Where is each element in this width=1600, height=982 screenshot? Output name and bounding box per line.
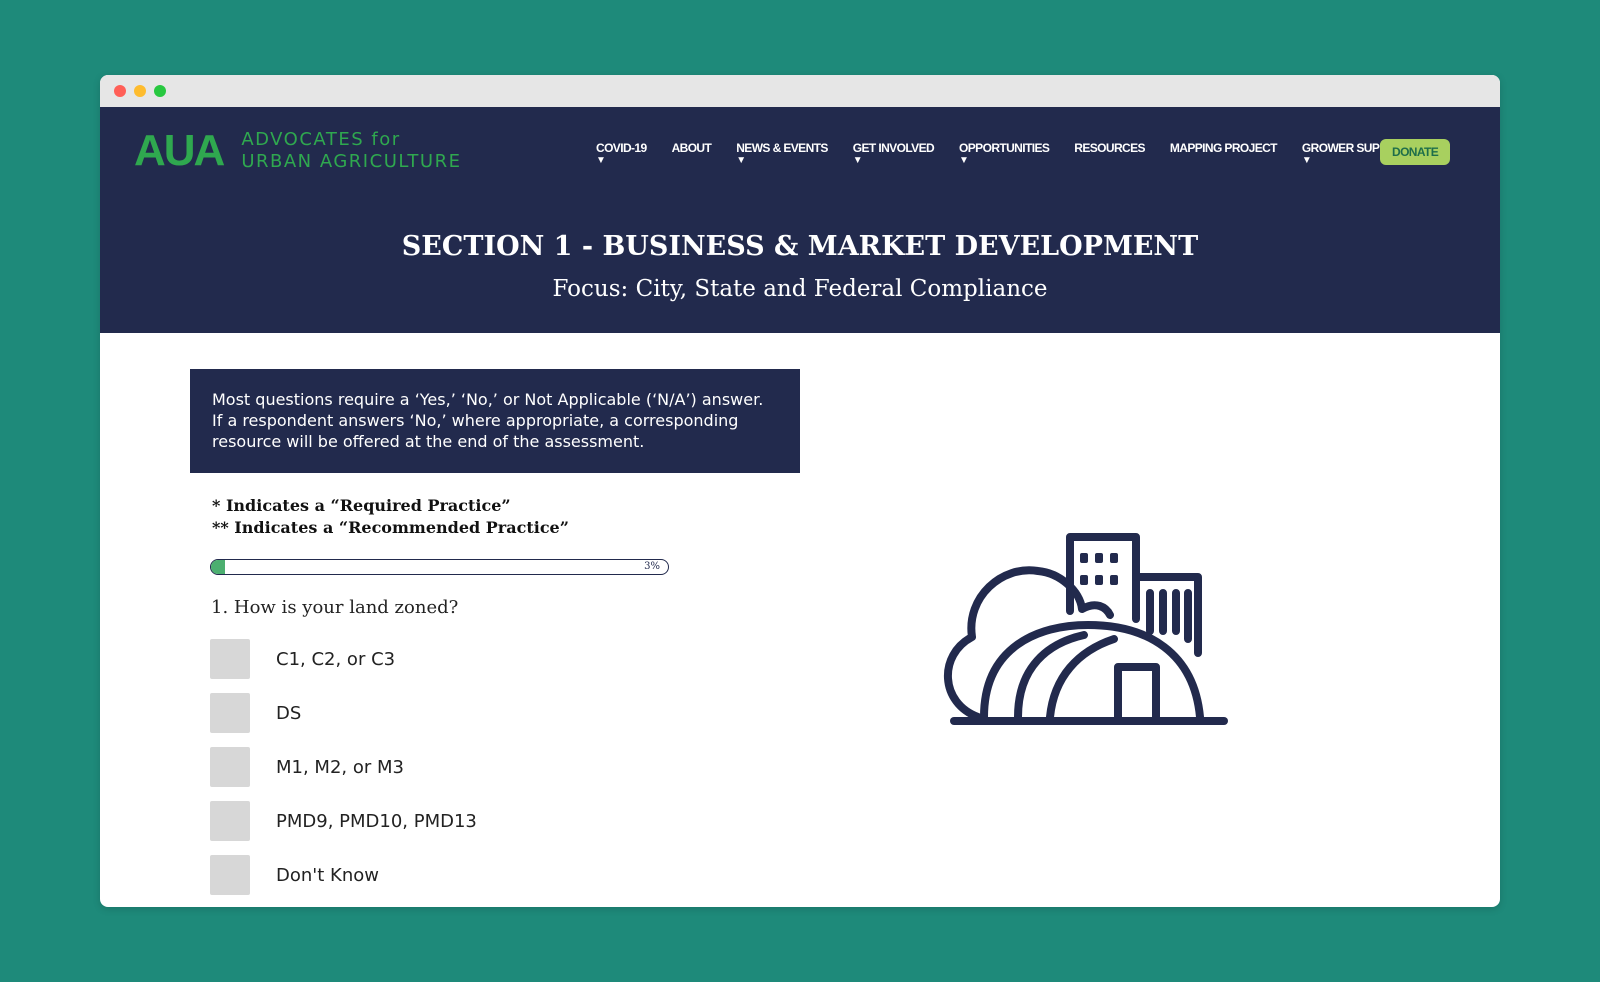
option-c1-c2-c3[interactable]: C1, C2, or C3 xyxy=(210,639,395,679)
page-subtitle: Focus: City, State and Federal Complianc… xyxy=(552,276,1048,302)
logo-mark: AUA xyxy=(134,126,225,175)
logo-text: ADVOCATES for URBAN AGRICULTURE xyxy=(241,129,461,173)
nav-label: RESOURCES xyxy=(1074,141,1145,155)
logo-line-1: ADVOCATES for xyxy=(241,129,401,150)
site-logo[interactable]: AUA ADVOCATES for URBAN AGRICULTURE xyxy=(134,129,461,173)
progress-bar: 3% xyxy=(210,559,669,575)
nav-label: NEWS & EVENTS xyxy=(736,141,828,155)
progress-label: 3% xyxy=(644,561,660,572)
instructions-box: Most questions require a ‘Yes,’ ‘No,’ or… xyxy=(190,369,800,473)
greenhouse-city-icon xyxy=(938,527,1238,742)
close-window-button[interactable] xyxy=(114,85,126,97)
question-title: 1. How is your land zoned? xyxy=(211,597,459,618)
nav-item-covid-19[interactable]: COVID-19 ▼ xyxy=(596,141,647,166)
page-title: SECTION 1 - BUSINESS & MARKET DEVELOPMEN… xyxy=(401,231,1199,262)
option-label: PMD9, PMD10, PMD13 xyxy=(276,810,477,832)
option-checkbox[interactable] xyxy=(210,855,250,895)
assessment-content: Most questions require a ‘Yes,’ ‘No,’ or… xyxy=(100,333,1500,907)
nav-label: OPPORTUNITIES xyxy=(959,141,1050,155)
nav-item-get-involved[interactable]: GET INVOLVED ▼ xyxy=(852,141,935,166)
nav-item-news-events[interactable]: NEWS & EVENTS ▼ xyxy=(736,141,828,166)
browser-titlebar xyxy=(100,75,1500,107)
option-ds[interactable]: DS xyxy=(210,693,301,733)
option-m1-m2-m3[interactable]: M1, M2, or M3 xyxy=(210,747,404,787)
option-checkbox[interactable] xyxy=(210,693,250,733)
nav-item-about[interactable]: ABOUT xyxy=(672,141,712,155)
recommended-practice-note: ** Indicates a “Recommended Practice” xyxy=(212,518,569,537)
nav-item-resources[interactable]: RESOURCES xyxy=(1074,141,1145,155)
maximize-window-button[interactable] xyxy=(154,85,166,97)
option-dont-know[interactable]: Don't Know xyxy=(210,855,379,895)
nav-item-opportunities[interactable]: OPPORTUNITIES ▼ xyxy=(959,141,1050,166)
nav-label: ABOUT xyxy=(671,141,712,155)
instructions-text: Most questions require a ‘Yes,’ ‘No,’ or… xyxy=(212,390,764,451)
dropdown-caret-icon: ▼ xyxy=(596,155,606,166)
required-practice-note: * Indicates a “Required Practice” xyxy=(212,496,511,515)
option-label: M1, M2, or M3 xyxy=(276,756,404,778)
option-label: C1, C2, or C3 xyxy=(276,648,396,670)
logo-line-2: URBAN AGRICULTURE xyxy=(241,151,462,172)
progress-fill xyxy=(211,560,225,574)
option-checkbox[interactable] xyxy=(210,801,250,841)
dropdown-caret-icon: ▼ xyxy=(736,155,746,166)
dropdown-caret-icon: ▼ xyxy=(852,155,863,166)
dropdown-caret-icon: ▼ xyxy=(1301,155,1312,166)
option-label: DS xyxy=(276,702,302,724)
option-checkbox[interactable] xyxy=(210,639,250,679)
option-pmd[interactable]: PMD9, PMD10, PMD13 xyxy=(210,801,477,841)
nav-item-mapping-project[interactable]: MAPPING PROJECT xyxy=(1169,141,1278,155)
minimize-window-button[interactable] xyxy=(134,85,146,97)
main-menu: COVID-19 ▼ ABOUT NEWS & EVENTS ▼ GET INV… xyxy=(596,141,1435,166)
donate-button[interactable]: DONATE xyxy=(1380,139,1451,165)
option-checkbox[interactable] xyxy=(210,747,250,787)
nav-label: MAPPING PROJECT xyxy=(1169,141,1278,155)
nav-label: GET INVOLVED xyxy=(852,141,935,155)
browser-window: AUA ADVOCATES for URBAN AGRICULTURE COVI… xyxy=(100,75,1500,907)
dropdown-caret-icon: ▼ xyxy=(959,155,969,166)
practice-legend: * Indicates a “Required Practice” ** Ind… xyxy=(212,495,569,539)
nav-label: COVID-19 xyxy=(596,141,647,155)
section-hero: SECTION 1 - BUSINESS & MARKET DEVELOPMEN… xyxy=(100,201,1500,333)
site-header: AUA ADVOCATES for URBAN AGRICULTURE COVI… xyxy=(100,107,1500,201)
option-label: Don't Know xyxy=(276,864,379,886)
